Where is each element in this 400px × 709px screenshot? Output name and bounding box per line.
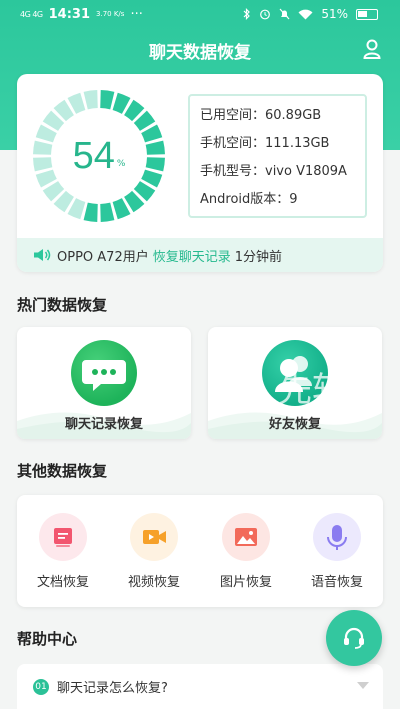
help-question-text: 聊天记录怎么恢复? xyxy=(57,681,168,696)
notice-time: 1分钟前 xyxy=(234,249,283,265)
user-icon[interactable] xyxy=(362,38,382,60)
microphone-icon xyxy=(313,513,361,561)
watermark-text: 先软 xyxy=(278,370,346,410)
storage-percent: 54 xyxy=(72,134,115,177)
more-dots: ··· xyxy=(130,7,143,22)
other-recovery-card: 文档恢复 视频恢复 图片恢复 语音恢复 xyxy=(17,495,383,607)
chat-recovery-label: 聊天记录恢复 xyxy=(64,417,143,432)
voice-recovery-item[interactable]: 语音恢复 xyxy=(297,513,377,593)
voice-recovery-label: 语音恢复 xyxy=(310,575,363,590)
phone-model: 手机型号：vivo V1809A xyxy=(200,164,347,179)
percent-sign: % xyxy=(116,159,126,169)
phone-space: 手机空间：111.13GB xyxy=(200,136,330,151)
document-icon xyxy=(39,513,87,561)
document-recovery-item[interactable]: 文档恢复 xyxy=(23,513,103,593)
chevron-down-icon[interactable] xyxy=(357,682,369,689)
help-question-item[interactable]: 01 聊天记录怎么恢复? xyxy=(17,664,383,709)
customer-service-button[interactable] xyxy=(326,610,382,666)
chat-bubble-icon xyxy=(71,340,137,406)
status-time: 14:31 xyxy=(48,7,91,22)
wifi-icon xyxy=(298,9,313,19)
speaker-icon xyxy=(34,249,51,261)
video-recovery-item[interactable]: 视频恢复 xyxy=(114,513,194,593)
document-recovery-label: 文档恢复 xyxy=(36,575,89,590)
storage-stats-card: 54 % 已用空间：60.89GB 手机空间：111.13GB 手机型号：viv… xyxy=(17,74,383,272)
network-speed: 3.70 K/s xyxy=(96,10,125,18)
bluetooth-icon xyxy=(243,8,251,20)
notice-action: 恢复聊天记录 xyxy=(152,249,231,265)
title-bar: 聊天数据恢复 xyxy=(0,34,400,64)
image-recovery-label: 图片恢复 xyxy=(219,575,272,590)
recovery-notice: OPPO A72用户 恢复聊天记录 1分钟前 xyxy=(17,238,383,272)
friend-recovery-card[interactable]: 好友恢复 先软 xyxy=(208,327,382,439)
friend-recovery-label: 好友恢复 xyxy=(268,417,321,432)
image-icon xyxy=(222,513,270,561)
help-center-title: 帮助中心 xyxy=(17,630,78,648)
video-icon xyxy=(130,513,178,561)
video-recovery-label: 视频恢复 xyxy=(127,575,180,590)
mute-icon xyxy=(279,8,290,20)
battery-icon xyxy=(356,8,378,20)
alarm-icon xyxy=(260,9,271,20)
signal-indicator: 4G 4G xyxy=(20,10,43,19)
device-info-box: 已用空间：60.89GB 手机空间：111.13GB 手机型号：vivo V18… xyxy=(188,94,367,218)
other-recovery-title: 其他数据恢复 xyxy=(17,462,108,480)
battery-percent: 51% xyxy=(321,7,348,21)
gauge-center: 54 % xyxy=(29,86,169,226)
used-space: 已用空间：60.89GB xyxy=(200,108,322,123)
help-question-number: 01 xyxy=(33,678,49,695)
notice-user: OPPO A72用户 xyxy=(57,249,149,265)
hot-recovery-title: 热门数据恢复 xyxy=(17,296,108,314)
status-bar: 4G 4G 14:31 3.70 K/s ··· 51% xyxy=(0,0,400,30)
chat-recovery-card[interactable]: 聊天记录恢复 xyxy=(17,327,191,439)
headset-icon xyxy=(344,627,364,649)
android-version: Android版本：9 xyxy=(200,192,298,207)
page-title: 聊天数据恢复 xyxy=(149,43,251,63)
image-recovery-item[interactable]: 图片恢复 xyxy=(206,513,286,593)
